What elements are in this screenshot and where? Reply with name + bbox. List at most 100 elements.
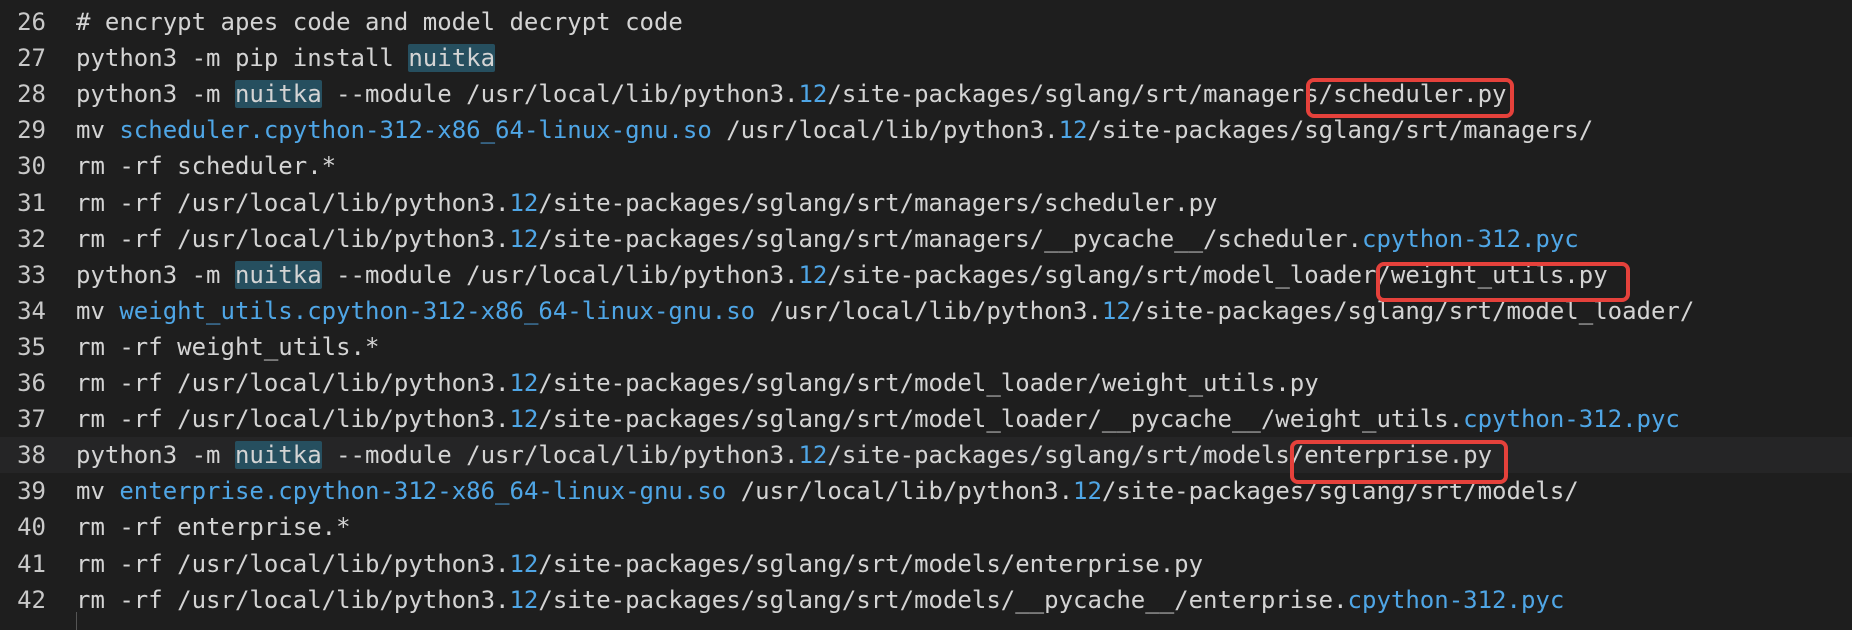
code-token-plain: rm -rf /usr/local/lib/python3.: [76, 585, 510, 614]
code-token-plain: /site-packages/sglang/srt/models/: [1101, 477, 1579, 506]
code-line-41[interactable]: 41 rm -rf /usr/local/lib/python3.12/site-…: [0, 546, 1852, 582]
line-number: 31: [17, 188, 46, 217]
code-token-plain: python3 -m: [76, 80, 235, 109]
code-text: rm -rf /usr/local/lib/python3.12/site-pa…: [76, 582, 1564, 618]
line-number: 32: [17, 224, 46, 253]
code-token-plain: /site-packages/sglang/srt/managers/sched…: [538, 188, 1218, 217]
code-token-fn: cpython-312.pyc: [1362, 224, 1579, 253]
code-text: python3 -m nuitka --module /usr/local/li…: [76, 76, 1507, 112]
code-token-num: 12: [509, 585, 539, 614]
code-token-plain: mv: [76, 477, 120, 506]
code-text: rm -rf /usr/local/lib/python3.12/site-pa…: [76, 365, 1319, 401]
code-token-plain: /site-packages/sglang/srt/managers/: [1087, 116, 1594, 145]
line-number: 40: [17, 513, 46, 542]
line-number: 26: [17, 8, 46, 36]
code-token-num: 12: [798, 80, 828, 109]
code-line-27[interactable]: 27 python3 -m pip install nuitka: [0, 40, 1852, 76]
code-token-plain: rm -rf /usr/local/lib/python3.: [76, 405, 510, 434]
code-line-29[interactable]: 29 mv scheduler.cpython-312-x86_64-linux-…: [0, 112, 1852, 148]
code-text: rm -rf enterprise.*: [76, 509, 351, 545]
line-number: 34: [17, 296, 46, 325]
line-number: 36: [17, 369, 46, 397]
code-token-plain: python3 -m: [76, 441, 235, 470]
code-token-fn: weight_utils.cpython-312-x86_64-linux-gn…: [119, 296, 756, 325]
code-token-plain: --module /usr/local/lib/python3.: [321, 80, 799, 109]
code-token-plain: /site-packages/sglang/srt/managers/sched…: [827, 80, 1507, 109]
code-line-36[interactable]: 36 rm -rf /usr/local/lib/python3.12/site-…: [0, 365, 1852, 401]
code-text: rm -rf weight_utils.*: [76, 329, 379, 365]
code-text: python3 -m pip install nuitka: [76, 40, 496, 76]
code-text: rm -rf /usr/local/lib/python3.12/site-pa…: [76, 221, 1579, 257]
line-number: 30: [17, 152, 46, 181]
code-line-30[interactable]: 30 rm -rf scheduler.*: [0, 148, 1852, 184]
code-token-plain: /usr/local/lib/python3.: [755, 296, 1102, 325]
code-token-plain: /site-packages/sglang/srt/models/enterpr…: [827, 441, 1493, 470]
code-text: rm -rf scheduler.*: [76, 148, 336, 184]
code-token-plain: /usr/local/lib/python3.: [726, 477, 1074, 506]
code-token-plain: mv: [76, 296, 120, 325]
code-token-plain: python3 -m: [76, 260, 235, 289]
code-token-num: 12: [1073, 477, 1102, 506]
code-line-35[interactable]: 35 rm -rf weight_utils.*: [0, 329, 1852, 365]
code-token-plain: rm -rf /usr/local/lib/python3.: [76, 369, 510, 397]
code-token-fn: scheduler.cpython-312-x86_64-linux-gnu.s…: [119, 116, 712, 145]
code-token-num: 12: [509, 369, 539, 397]
code-token-plain: mv: [76, 116, 120, 145]
code-token-plain: /site-packages/sglang/srt/models/enterpr…: [538, 549, 1204, 578]
code-editor[interactable]: 26 # encrypt apes code and model decrypt …: [0, 0, 1852, 630]
code-token-num: 12: [798, 260, 828, 289]
line-number: 35: [17, 332, 46, 361]
code-line-38[interactable]: 38 python3 -m nuitka --module /usr/local/…: [0, 437, 1852, 474]
line-number: 28: [17, 80, 46, 109]
code-token-plain: /site-packages/sglang/srt/models/__pycac…: [538, 585, 1348, 614]
code-text: rm -rf /usr/local/lib/python3.12/site-pa…: [76, 401, 1680, 437]
code-token-plain: rm -rf scheduler.*: [76, 152, 337, 181]
code-text: python3 -m nuitka --module /usr/local/li…: [76, 257, 1608, 293]
line-number: 29: [17, 116, 46, 145]
line-number: 37: [17, 405, 46, 434]
line-number: 39: [17, 477, 46, 506]
code-token-plain: --module /usr/local/lib/python3.: [321, 441, 799, 470]
code-token-plain: rm -rf /usr/local/lib/python3.: [76, 188, 510, 217]
code-token-hl: nuitka: [408, 44, 496, 73]
code-token-plain: rm -rf weight_utils.*: [76, 332, 380, 361]
code-token-num: 12: [798, 441, 828, 470]
code-token-plain: python3 -m pip install: [76, 44, 409, 73]
code-token-hl: nuitka: [234, 441, 322, 470]
code-line-42[interactable]: 42 rm -rf /usr/local/lib/python3.12/site-…: [0, 582, 1852, 618]
code-text: python3 -m nuitka --module /usr/local/li…: [76, 437, 1492, 473]
code-text: mv weight_utils.cpython-312-x86_64-linux…: [76, 293, 1694, 329]
code-token-hl: nuitka: [234, 80, 322, 109]
code-line-33[interactable]: 33 python3 -m nuitka --module /usr/local/…: [0, 257, 1852, 293]
code-token-num: 12: [509, 224, 539, 253]
code-token-fn: cpython-312.pyc: [1463, 405, 1680, 434]
code-text: mv scheduler.cpython-312-x86_64-linux-gn…: [76, 112, 1593, 148]
code-token-num: 12: [1058, 116, 1088, 145]
code-token-plain: rm -rf /usr/local/lib/python3.: [76, 224, 510, 253]
code-line-37[interactable]: 37 rm -rf /usr/local/lib/python3.12/site-…: [0, 401, 1852, 437]
code-text: # encrypt apes code and model decrypt co…: [76, 4, 683, 40]
code-text: rm -rf /usr/local/lib/python3.12/site-pa…: [76, 546, 1203, 582]
code-line-40[interactable]: 40 rm -rf enterprise.*: [0, 509, 1852, 545]
code-text: rm -rf /usr/local/lib/python3.12/site-pa…: [76, 185, 1218, 221]
code-token-plain: /site-packages/sglang/srt/model_loader/: [1130, 296, 1695, 325]
line-number: 42: [17, 585, 46, 614]
code-token-num: 12: [1101, 296, 1131, 325]
code-line-28[interactable]: 28 python3 -m nuitka --module /usr/local/…: [0, 76, 1852, 112]
code-token-fn: enterprise.cpython-312-x86_64-linux-gnu.…: [119, 477, 727, 506]
code-token-plain: rm -rf enterprise.*: [76, 513, 351, 542]
code-line-32[interactable]: 32 rm -rf /usr/local/lib/python3.12/site-…: [0, 221, 1852, 257]
code-token-plain: /site-packages/sglang/srt/model_loader/w…: [827, 260, 1608, 289]
code-token-plain: /site-packages/sglang/srt/model_loader/w…: [538, 369, 1319, 397]
code-token-fn: cpython-312.pyc: [1347, 585, 1565, 614]
line-number: 41: [17, 549, 46, 578]
code-line-34[interactable]: 34 mv weight_utils.cpython-312-x86_64-lin…: [0, 293, 1852, 329]
line-number: 27: [17, 44, 46, 73]
code-token-num: 12: [509, 405, 539, 434]
code-line-39[interactable]: 39 mv enterprise.cpython-312-x86_64-linux…: [0, 473, 1852, 509]
code-line-31[interactable]: 31 rm -rf /usr/local/lib/python3.12/site-…: [0, 185, 1852, 221]
code-line-26[interactable]: 26 # encrypt apes code and model decrypt …: [0, 4, 1852, 40]
code-token-plain: rm -rf /usr/local/lib/python3.: [76, 549, 510, 578]
line-number: 33: [17, 260, 46, 289]
code-token-plain: --module /usr/local/lib/python3.: [321, 260, 799, 289]
